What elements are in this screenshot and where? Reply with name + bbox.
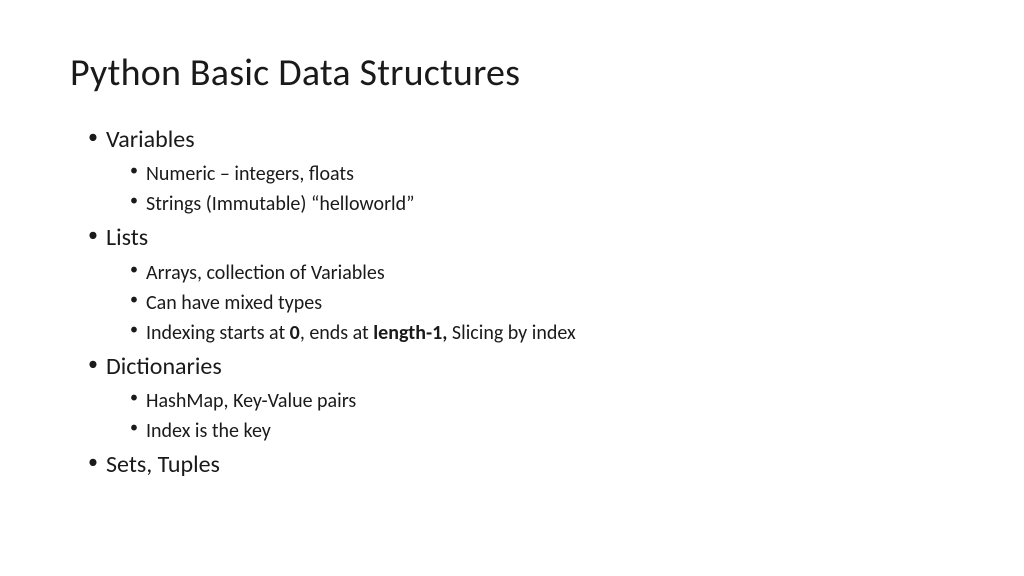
bullet-list: Variables Numeric – integers, floatsStrin… — [70, 124, 954, 482]
sub-list-item: Strings (Immutable) “helloworld” — [130, 190, 954, 218]
sub-list-item: Can have mixed types — [130, 289, 954, 317]
list-item-label: Variables — [106, 125, 195, 154]
list-item-label: Sets, Tuples — [106, 450, 220, 479]
sub-list-item: HashMap, Key-Value pairs — [130, 387, 954, 415]
sub-list-item: Index is the key — [130, 417, 954, 445]
sub-list-item: Numeric – integers, floats — [130, 160, 954, 188]
list-item-label: Lists — [106, 223, 148, 252]
sub-list: Numeric – integers, floatsStrings (Immut… — [106, 160, 954, 218]
list-item: Dictionaries HashMap, Key-Value pairsInde… — [88, 351, 954, 445]
sub-list: Arrays, collection of VariablesCan have … — [106, 259, 954, 347]
list-item: Variables Numeric – integers, floatsStrin… — [88, 124, 954, 218]
sub-list-item: Arrays, collection of Variables — [130, 259, 954, 287]
sub-list: HashMap, Key-Value pairsIndex is the key — [106, 387, 954, 445]
list-item-label: Dictionaries — [106, 352, 222, 381]
slide-title: Python Basic Data Structures — [70, 50, 954, 96]
list-item: Lists Arrays, collection of VariablesCan … — [88, 222, 954, 346]
sub-list-item: Indexing starts at 0, ends at length-1, … — [130, 319, 954, 347]
list-item: Sets, Tuples — [88, 449, 954, 481]
